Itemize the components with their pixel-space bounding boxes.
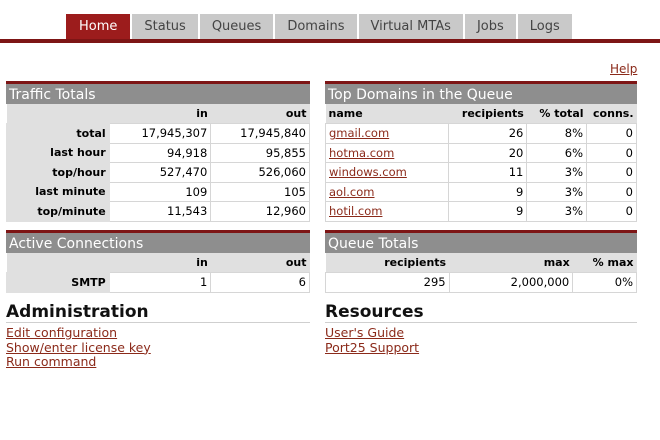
row-label: top/hour (6, 162, 110, 183)
column-header-out: out (210, 104, 310, 124)
cell-conns: 0 (586, 162, 637, 183)
resources-divider (325, 322, 637, 323)
cell-out: 12,960 (210, 201, 310, 222)
cell-in: 1 (108, 272, 212, 293)
cell-recipients: 9 (448, 201, 528, 222)
tab-domains[interactable]: Domains (275, 14, 357, 40)
cell-pct-total: 6% (526, 142, 588, 163)
column-header-out: out (210, 253, 310, 273)
table-row: top/minute 11,543 12,960 (6, 201, 310, 222)
cell-out: 105 (210, 181, 310, 202)
column-header-in: in (109, 104, 211, 124)
column-header-pct-max: % max (572, 253, 637, 273)
administration-divider (6, 322, 310, 323)
cell-in: 109 (108, 181, 212, 202)
table-row: hotil.com 9 3% 0 (324, 201, 637, 222)
port25-support-link[interactable]: Port25 Support (325, 340, 419, 356)
resources-links: User's Guide Port25 Support (325, 325, 419, 356)
nav-divider (0, 39, 660, 43)
table-row: hotma.com 20 6% 0 (324, 142, 637, 163)
queue-totals-panel: Queue Totals recipients max % max 295 2,… (325, 230, 637, 293)
users-guide-link[interactable]: User's Guide (325, 325, 419, 341)
administration-heading: Administration (6, 302, 149, 322)
top-domains-title: Top Domains in the Queue (325, 81, 637, 104)
queue-totals-title: Queue Totals (325, 230, 637, 253)
cell-out: 17,945,840 (210, 123, 310, 144)
cell-conns: 0 (586, 123, 637, 144)
tab-queues[interactable]: Queues (199, 14, 274, 40)
run-command-link[interactable]: Run command (6, 354, 151, 370)
domain-cell: windows.com (324, 162, 450, 183)
domain-cell: hotma.com (324, 142, 450, 163)
edit-configuration-link[interactable]: Edit configuration (6, 325, 151, 341)
cell-recipients: 9 (448, 181, 528, 202)
cell-recipients: 11 (448, 162, 528, 183)
cell-out: 95,855 (210, 142, 310, 163)
queue-totals-table: recipients max % max 295 2,000,000 0% (325, 253, 637, 293)
cell-pct-total: 3% (526, 162, 588, 183)
cell-conns: 0 (586, 181, 637, 202)
domain-link[interactable]: hotma.com (329, 146, 394, 160)
domain-cell: hotil.com (324, 201, 450, 222)
table-row: SMTP 1 6 (6, 272, 310, 293)
row-label: SMTP (6, 272, 110, 293)
table-row: last hour 94,918 95,855 (6, 142, 310, 163)
cell-max: 2,000,000 (448, 272, 574, 293)
cell-in: 527,470 (108, 162, 212, 183)
tab-logs[interactable]: Logs (517, 14, 572, 40)
tab-home[interactable]: Home (66, 14, 131, 40)
cell-recipients: 26 (448, 123, 528, 144)
traffic-totals-panel: Traffic Totals in out total 17,945,307 1… (6, 81, 310, 222)
active-connections-table: in out SMTP 1 6 (6, 253, 310, 293)
table-row: top/hour 527,470 526,060 (6, 162, 310, 183)
row-label: total (6, 123, 110, 144)
tab-virtual-mtas[interactable]: Virtual MTAs (358, 14, 463, 40)
domain-link[interactable]: gmail.com (329, 126, 389, 140)
main-nav: Home Status Queues Domains Virtual MTAs … (66, 14, 574, 40)
help-link[interactable]: Help (610, 62, 637, 76)
active-connections-title: Active Connections (6, 230, 310, 253)
table-row: gmail.com 26 8% 0 (324, 123, 637, 144)
domain-link[interactable]: hotil.com (329, 204, 382, 218)
domain-link[interactable]: aol.com (329, 185, 375, 199)
resources-heading: Resources (325, 302, 424, 322)
cell-recipients: 295 (325, 272, 450, 293)
cell-out: 6 (210, 272, 310, 293)
traffic-totals-title: Traffic Totals (6, 81, 310, 104)
tab-jobs[interactable]: Jobs (464, 14, 516, 40)
row-label: last minute (6, 181, 110, 202)
column-header-max: max (449, 253, 573, 273)
cell-in: 11,543 (108, 201, 212, 222)
license-key-link[interactable]: Show/enter license key (6, 340, 151, 356)
active-connections-panel: Active Connections in out SMTP 1 6 (6, 230, 310, 293)
cell-recipients: 20 (448, 142, 528, 163)
top-domains-table: name recipients % total conns. gmail.com… (324, 104, 637, 222)
cell-pct-max: 0% (572, 272, 637, 293)
cell-pct-total: 8% (526, 123, 588, 144)
cell-pct-total: 3% (526, 181, 588, 202)
column-header-conns: conns. (586, 104, 637, 124)
table-row: 295 2,000,000 0% (325, 272, 637, 293)
table-row: windows.com 11 3% 0 (324, 162, 637, 183)
traffic-totals-table: in out total 17,945,307 17,945,840 last … (6, 104, 310, 222)
cell-pct-total: 3% (526, 201, 588, 222)
domain-cell: gmail.com (324, 123, 450, 144)
row-label: top/minute (6, 201, 110, 222)
cell-conns: 0 (586, 142, 637, 163)
domain-cell: aol.com (324, 181, 450, 202)
table-row: aol.com 9 3% 0 (324, 181, 637, 202)
row-label: last hour (6, 142, 110, 163)
tab-status[interactable]: Status (132, 14, 198, 40)
top-domains-panel: Top Domains in the Queue name recipients… (324, 81, 637, 222)
column-header-pct-total: % total (526, 104, 587, 124)
cell-out: 526,060 (210, 162, 310, 183)
domain-link[interactable]: windows.com (329, 165, 407, 179)
table-row: last minute 109 105 (6, 181, 310, 202)
cell-in: 17,945,307 (108, 123, 212, 144)
cell-in: 94,918 (108, 142, 212, 163)
table-row: total 17,945,307 17,945,840 (6, 123, 310, 144)
cell-conns: 0 (586, 201, 637, 222)
administration-links: Edit configuration Show/enter license ke… (6, 325, 151, 370)
